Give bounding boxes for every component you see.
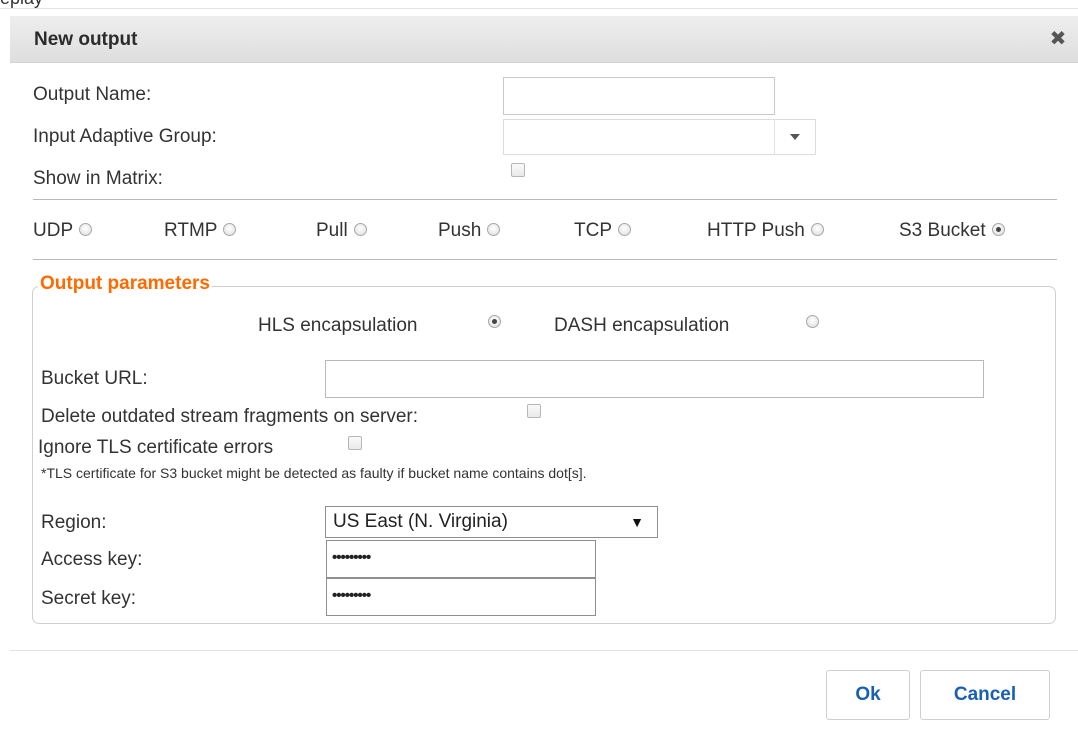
ignore-tls-label: Ignore TLS certificate errors — [38, 437, 274, 458]
output-type-tcp[interactable]: TCP — [574, 220, 631, 246]
divider — [10, 650, 1078, 651]
region-label: Region: — [41, 512, 107, 533]
output-name-label: Output Name: — [33, 84, 152, 105]
dialog-titlebar: New output ✖ — [10, 16, 1078, 63]
delete-fragments-label: Delete outdated stream fragments on serv… — [41, 406, 419, 427]
radio-push[interactable] — [487, 222, 501, 236]
dash-encapsulation-radio[interactable] — [806, 315, 819, 328]
radio-pull[interactable] — [353, 222, 367, 236]
bucket-url-label: Bucket URL: — [41, 368, 148, 389]
ok-button[interactable]: Ok — [826, 670, 910, 720]
divider — [33, 259, 1057, 260]
close-icon[interactable]: ✖ — [1046, 27, 1070, 51]
radio-http-push[interactable] — [810, 222, 824, 236]
output-type-http-push[interactable]: HTTP Push — [707, 220, 824, 246]
secret-key-label: Secret key: — [41, 588, 137, 609]
chevron-down-icon[interactable] — [774, 120, 815, 154]
hls-encapsulation-radio[interactable] — [488, 315, 501, 328]
output-type-pull[interactable]: Pull — [316, 220, 367, 246]
tls-note: *TLS certificate for S3 bucket might be … — [41, 465, 587, 481]
hls-encapsulation-label: HLS encapsulation — [258, 315, 418, 336]
output-type-s3-bucket[interactable]: S3 Bucket — [899, 220, 1005, 246]
output-type-udp[interactable]: UDP — [33, 220, 93, 246]
chevron-down-icon: ▼ — [630, 514, 644, 530]
input-adaptive-group-select[interactable] — [503, 119, 816, 155]
dash-encapsulation-label: DASH encapsulation — [554, 315, 730, 336]
radio-rtmp[interactable] — [223, 222, 237, 236]
output-type-rtmp[interactable]: RTMP — [164, 220, 237, 246]
input-adaptive-group-label: Input Adaptive Group: — [33, 126, 217, 147]
bucket-url-input[interactable] — [325, 360, 984, 398]
cancel-button[interactable]: Cancel — [920, 670, 1050, 720]
region-select[interactable]: US East (N. Virginia) ▼ — [325, 506, 658, 538]
divider — [0, 8, 1078, 9]
show-in-matrix-label: Show in Matrix: — [33, 168, 163, 189]
delete-fragments-checkbox[interactable] — [527, 404, 541, 418]
page-fragment: eplay — [0, 0, 80, 8]
secret-key-input[interactable]: ••••••••• — [326, 578, 596, 616]
output-name-input[interactable] — [503, 77, 775, 115]
access-key-label: Access key: — [41, 549, 143, 570]
ignore-tls-checkbox[interactable] — [348, 436, 362, 450]
show-in-matrix-checkbox[interactable] — [511, 163, 525, 177]
output-type-push[interactable]: Push — [438, 220, 501, 246]
output-parameters-legend: Output parameters — [38, 273, 212, 295]
dialog-title: New output — [34, 29, 138, 50]
radio-s3-bucket[interactable] — [991, 222, 1005, 236]
radio-tcp[interactable] — [618, 222, 631, 236]
radio-udp[interactable] — [79, 222, 93, 236]
divider — [33, 199, 1057, 200]
access-key-input[interactable]: ••••••••• — [326, 540, 596, 578]
